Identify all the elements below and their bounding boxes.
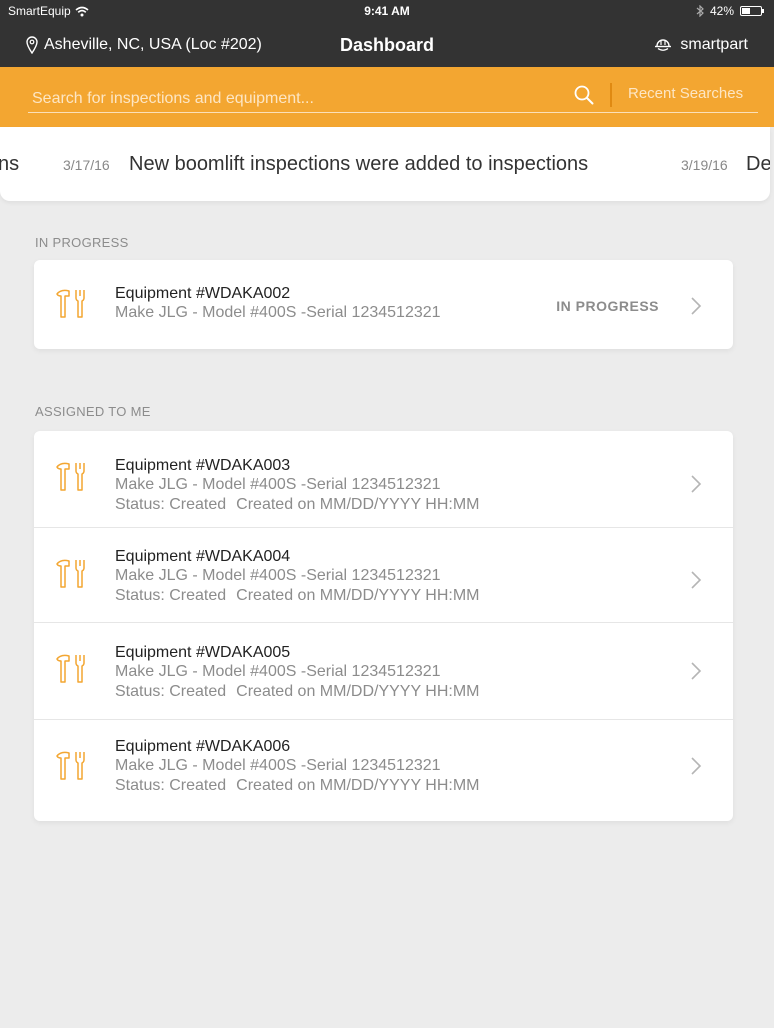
status-right: 42%: [696, 4, 764, 18]
equipment-status: Status: Created Created on MM/DD/YYYY HH:…: [115, 496, 480, 514]
status-badge: IN PROGRESS: [556, 298, 659, 314]
tools-icon: [56, 751, 85, 780]
created-text: Created on MM/DD/YYYY HH:MM: [236, 683, 480, 700]
search-divider: [610, 83, 612, 107]
chevron-right-icon: [691, 297, 702, 315]
status-bar: SmartEquip 9:41 AM 42%: [0, 0, 774, 22]
tools-icon: [56, 462, 85, 491]
tools-icon: [56, 654, 85, 683]
ticker-message: De: [746, 153, 770, 175]
equipment-title: Equipment #WDAKA004: [115, 548, 291, 565]
ticker-track: ns 3/17/16 New boomlift inspections were…: [0, 127, 770, 201]
in-progress-card: Equipment #WDAKA002 Make JLG - Model #40…: [34, 260, 733, 349]
location-label: Asheville, NC, USA (Loc #202): [44, 36, 262, 53]
in-progress-heading: IN PROGRESS: [35, 235, 129, 250]
status-text: Status: Created: [115, 496, 227, 513]
news-ticker[interactable]: ns 3/17/16 New boomlift inspections were…: [0, 127, 770, 201]
search-input[interactable]: [32, 87, 552, 111]
equipment-title: Equipment #WDAKA006: [115, 738, 291, 755]
chevron-right-icon: [691, 757, 702, 775]
status-text: Status: Created: [115, 683, 227, 700]
assigned-heading: ASSIGNED TO ME: [35, 404, 151, 419]
hardhat-icon: [655, 39, 672, 51]
assigned-card: Equipment #WDAKA003 Make JLG - Model #40…: [34, 431, 733, 821]
equipment-status: Status: Created Created on MM/DD/YYYY HH:…: [115, 683, 480, 701]
ticker-date: 3/17/16: [63, 157, 110, 173]
location-pin-icon: [26, 36, 38, 54]
list-item[interactable]: Equipment #WDAKA006 Make JLG - Model #40…: [34, 720, 733, 821]
equipment-status: Status: Created Created on MM/DD/YYYY HH:…: [115, 587, 480, 605]
equipment-details: Make JLG - Model #400S -Serial 123451232…: [115, 304, 441, 321]
chevron-right-icon: [691, 475, 702, 493]
chevron-right-icon: [691, 571, 702, 589]
smartpart-button[interactable]: smartpart: [654, 36, 748, 54]
bluetooth-icon: [696, 5, 704, 17]
tools-icon: [56, 559, 85, 588]
created-text: Created on MM/DD/YYYY HH:MM: [236, 777, 480, 794]
search-field: Recent Searches: [28, 83, 758, 113]
battery-percent: 42%: [709, 4, 734, 18]
created-text: Created on MM/DD/YYYY HH:MM: [236, 587, 480, 604]
battery-icon: [740, 6, 764, 16]
equipment-details: Make JLG - Model #400S -Serial 123451232…: [115, 663, 441, 680]
recent-searches-button[interactable]: Recent Searches: [628, 85, 743, 102]
ticker-previous-fragment: ns: [0, 153, 20, 175]
ticker-message: New boomlift inspections were added to i…: [129, 153, 589, 175]
smartpart-label: smartpart: [680, 36, 748, 53]
search-bar: Recent Searches: [0, 67, 774, 127]
equipment-title: Equipment #WDAKA003: [115, 457, 291, 474]
top-bar: SmartEquip 9:41 AM 42% Asheville, NC, US…: [0, 0, 774, 67]
equipment-status: Status: Created Created on MM/DD/YYYY HH:…: [115, 777, 480, 795]
search-icon[interactable]: [574, 85, 594, 105]
list-item[interactable]: Equipment #WDAKA004 Make JLG - Model #40…: [34, 528, 733, 623]
equipment-details: Make JLG - Model #400S -Serial 123451232…: [115, 567, 441, 584]
status-text: Status: Created: [115, 587, 227, 604]
equipment-title: Equipment #WDAKA005: [115, 644, 291, 661]
equipment-details: Make JLG - Model #400S -Serial 123451232…: [115, 476, 441, 493]
equipment-details: Make JLG - Model #400S -Serial 123451232…: [115, 757, 441, 774]
tools-icon: [56, 289, 85, 318]
status-time: 9:41 AM: [364, 4, 410, 18]
list-item[interactable]: Equipment #WDAKA002 Make JLG - Model #40…: [34, 260, 733, 349]
status-text: Status: Created: [115, 777, 227, 794]
equipment-title: Equipment #WDAKA002: [115, 285, 291, 302]
chevron-right-icon: [691, 662, 702, 680]
page-title: Dashboard: [339, 35, 435, 55]
list-item[interactable]: Equipment #WDAKA003 Make JLG - Model #40…: [34, 431, 733, 528]
location-button[interactable]: Asheville, NC, USA (Loc #202): [26, 36, 262, 54]
battery-level: [742, 8, 750, 14]
nav-bar: Asheville, NC, USA (Loc #202) Dashboard …: [0, 26, 774, 66]
list-item[interactable]: Equipment #WDAKA005 Make JLG - Model #40…: [34, 623, 733, 720]
created-text: Created on MM/DD/YYYY HH:MM: [236, 496, 480, 513]
ticker-date: 3/19/16: [681, 157, 728, 173]
